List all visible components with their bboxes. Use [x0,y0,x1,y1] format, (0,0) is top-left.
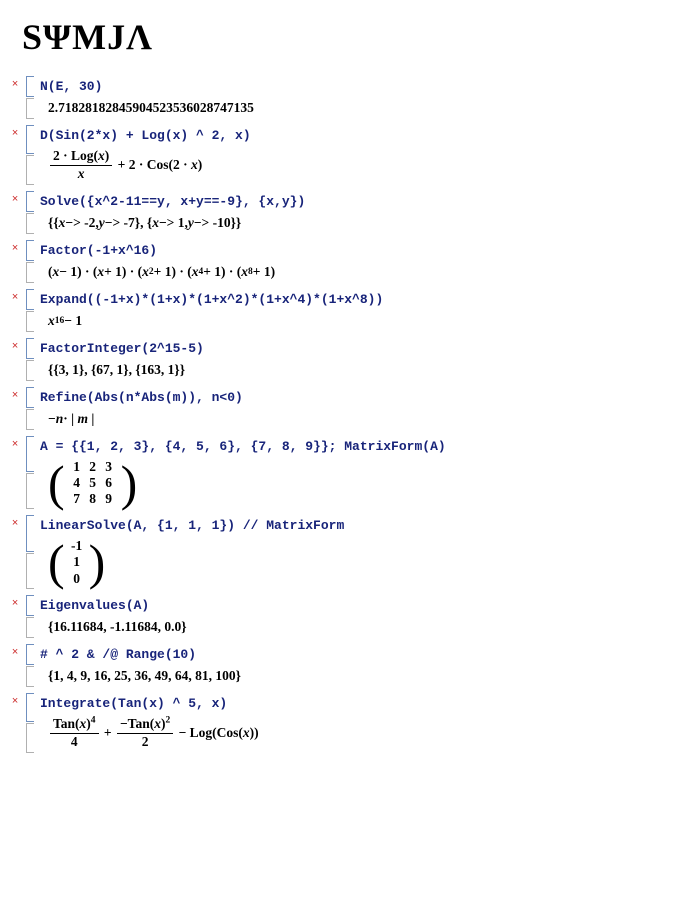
cell-row: × Solve({x^2-11==y, x+y==-9}, {x,y}) {{x −… [8,191,689,234]
close-icon[interactable]: × [8,693,22,708]
output-line: (x − 1) · (x + 1) · (x2 + 1) · (x4 + 1) … [48,263,689,281]
close-icon[interactable]: × [8,338,22,353]
cell-row: × Factor(-1+x^16) (x − 1) · (x + 1) · (x2 … [8,240,689,283]
cell-row: × FactorInteger(2^15-5) {{3, 1}, {67, 1}, … [8,338,689,381]
output-line: {16.11684, -1.11684, 0.0} [48,618,689,636]
cell-content: D(Sin(2*x) + Log(x) ^ 2, x) 2 · Log(x)x +… [36,125,689,185]
cell-content: LinearSolve(A, {1, 1, 1}) // MatrixForm (… [36,515,689,588]
output-line: {1, 4, 9, 16, 25, 36, 49, 64, 81, 100} [48,667,689,685]
output-line: (123456789) [48,459,689,508]
cell-bracket[interactable] [26,515,34,588]
brand-logo: SΨMJΛ [22,16,689,58]
input-line[interactable]: Solve({x^2-11==y, x+y==-9}, {x,y}) [40,193,689,212]
cell-row: × Integrate(Tan(x) ^ 5, x) Tan(x)44 + −Tan… [8,693,689,753]
input-line[interactable]: N(E, 30) [40,78,689,97]
cell-row: × LinearSolve(A, {1, 1, 1}) // MatrixForm… [8,515,689,588]
cell-bracket[interactable] [26,289,34,332]
input-line[interactable]: Refine(Abs(n*Abs(m)), n<0) [40,389,689,408]
cell-bracket[interactable] [26,125,34,185]
cell-row: × # ^ 2 & /@ Range(10) {1, 4, 9, 16, 25, 3… [8,644,689,687]
cell-content: Expand((-1+x)*(1+x)*(1+x^2)*(1+x^4)*(1+x… [36,289,689,332]
cell-bracket[interactable] [26,76,34,119]
cell-content: A = {{1, 2, 3}, {4, 5, 6}, {7, 8, 9}}; M… [36,436,689,509]
cell-bracket[interactable] [26,240,34,283]
output-line: Tan(x)44 + −Tan(x)22 − Log(Cos(x)) [48,716,689,751]
cell-bracket[interactable] [26,595,34,638]
input-line[interactable]: D(Sin(2*x) + Log(x) ^ 2, x) [40,127,689,146]
cell-content: Integrate(Tan(x) ^ 5, x) Tan(x)44 + −Tan(… [36,693,689,753]
close-icon[interactable]: × [8,595,22,610]
cell-bracket[interactable] [26,693,34,753]
input-line[interactable]: Integrate(Tan(x) ^ 5, x) [40,695,689,714]
close-icon[interactable]: × [8,125,22,140]
output-line: x16 − 1 [48,312,689,330]
close-icon[interactable]: × [8,515,22,530]
output-line: −n· | m | [48,410,689,428]
cell-content: # ^ 2 & /@ Range(10) {1, 4, 9, 16, 25, 36… [36,644,689,687]
input-line[interactable]: # ^ 2 & /@ Range(10) [40,646,689,665]
close-icon[interactable]: × [8,240,22,255]
cell-content: Solve({x^2-11==y, x+y==-9}, {x,y}) {{x −>… [36,191,689,234]
cell-row: × Eigenvalues(A) {16.11684, -1.11684, 0.0} [8,595,689,638]
cell-bracket[interactable] [26,387,34,430]
close-icon[interactable]: × [8,644,22,659]
cell-content: N(E, 30) 2.71828182845904523536028747135 [36,76,689,119]
output-line: 2 · Log(x)x + 2 · Cos(2 · x) [48,148,689,183]
cell-row: × N(E, 30) 2.71828182845904523536028747135 [8,76,689,119]
close-icon[interactable]: × [8,289,22,304]
input-line[interactable]: Factor(-1+x^16) [40,242,689,261]
close-icon[interactable]: × [8,436,22,451]
output-line: (-110) [48,538,689,587]
input-line[interactable]: Eigenvalues(A) [40,597,689,616]
output-line: {{3, 1}, {67, 1}, {163, 1}} [48,361,689,379]
close-icon[interactable]: × [8,191,22,206]
cell-content: FactorInteger(2^15-5) {{3, 1}, {67, 1}, {… [36,338,689,381]
output-line: {{x −> -2, y −> -7}, {x −> 1, y −> -10}} [48,214,689,232]
cell-content: Refine(Abs(n*Abs(m)), n<0) −n· | m | [36,387,689,430]
input-line[interactable]: LinearSolve(A, {1, 1, 1}) // MatrixForm [40,517,689,536]
input-line[interactable]: FactorInteger(2^15-5) [40,340,689,359]
cell-row: × Refine(Abs(n*Abs(m)), n<0) −n· | m | [8,387,689,430]
cell-bracket[interactable] [26,644,34,687]
cell-content: Factor(-1+x^16) (x − 1) · (x + 1) · (x2 +… [36,240,689,283]
cell-row: × D(Sin(2*x) + Log(x) ^ 2, x) 2 · Log(x)x … [8,125,689,185]
output-line: 2.71828182845904523536028747135 [48,99,689,117]
cell-row: × Expand((-1+x)*(1+x)*(1+x^2)*(1+x^4)*(1+… [8,289,689,332]
close-icon[interactable]: × [8,387,22,402]
cell-content: Eigenvalues(A) {16.11684, -1.11684, 0.0} [36,595,689,638]
cell-bracket[interactable] [26,191,34,234]
cell-bracket[interactable] [26,338,34,381]
input-line[interactable]: Expand((-1+x)*(1+x)*(1+x^2)*(1+x^4)*(1+x… [40,291,689,310]
cell-bracket[interactable] [26,436,34,509]
close-icon[interactable]: × [8,76,22,91]
cell-row: × A = {{1, 2, 3}, {4, 5, 6}, {7, 8, 9}}; … [8,436,689,509]
input-line[interactable]: A = {{1, 2, 3}, {4, 5, 6}, {7, 8, 9}}; M… [40,438,689,457]
